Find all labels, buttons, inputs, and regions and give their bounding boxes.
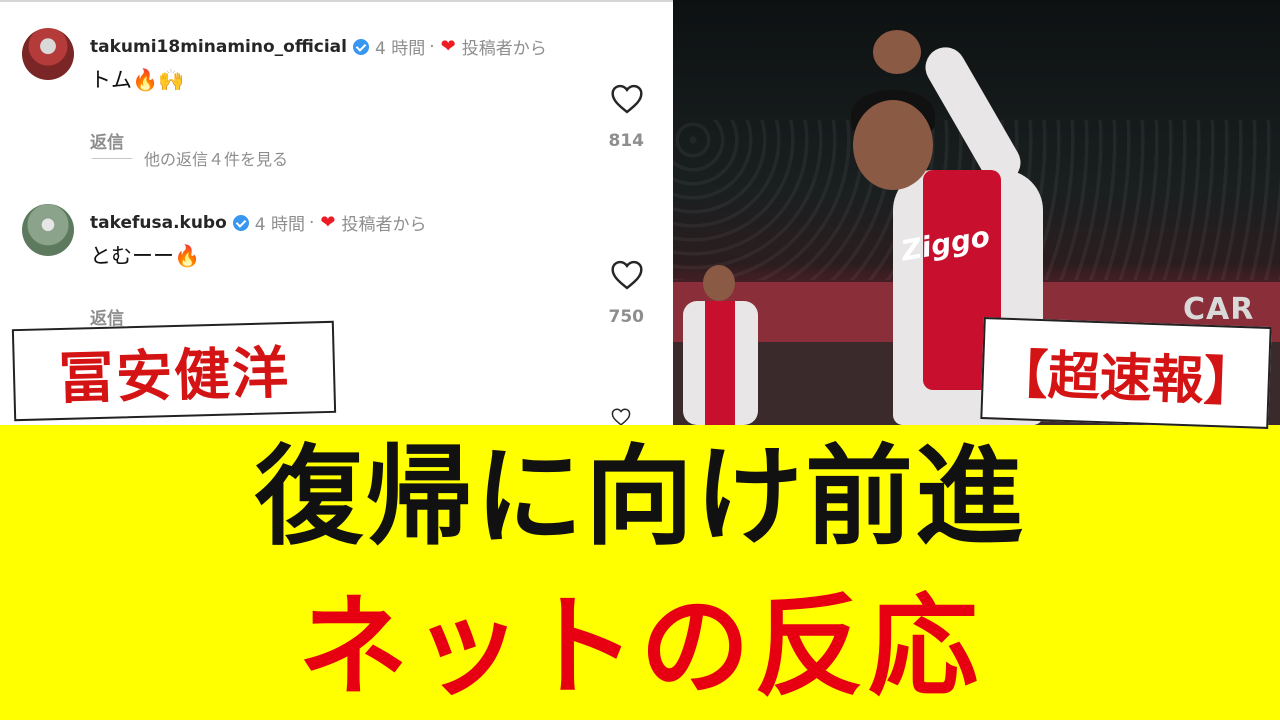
player-name-text: 冨安健洋 bbox=[57, 340, 291, 412]
player-name-tag: 冨安健洋 bbox=[11, 320, 337, 422]
heart-filled-icon: ❤ bbox=[320, 212, 336, 233]
comment-timestamp: 4 時間 bbox=[254, 215, 306, 235]
reply-button[interactable]: 返信 bbox=[90, 304, 124, 329]
comment-item-minamino: takumi18minamino_official 4 時間 · ❤ 投稿者から… bbox=[22, 28, 652, 158]
breaking-news-tag: 【超速報】 bbox=[980, 317, 1272, 429]
liked-by-author-label: 投稿者から bbox=[461, 39, 547, 59]
comment-text: トム🔥🙌 bbox=[90, 68, 185, 92]
comment-timestamp: 4 時間 bbox=[374, 39, 426, 59]
comment-username[interactable]: takefusa.kubo bbox=[90, 213, 227, 233]
comment-text: とむーー🔥 bbox=[90, 244, 201, 268]
separator-dot: · bbox=[309, 212, 315, 233]
view-more-replies-label: 他の返信４件を見る bbox=[144, 150, 289, 169]
avatar[interactable] bbox=[22, 28, 74, 80]
banner-text: CAR bbox=[1183, 292, 1255, 327]
divider-line bbox=[92, 157, 132, 159]
headline-main: 復帰に向け前進 bbox=[254, 435, 1025, 560]
comment-username[interactable]: takumi18minamino_official bbox=[90, 37, 347, 57]
headline-sub: ネットの反応 bbox=[298, 583, 982, 711]
player-head bbox=[853, 100, 933, 190]
liked-by-author-label: 投稿者から bbox=[341, 215, 427, 235]
player-head bbox=[703, 265, 735, 301]
panel-top-border bbox=[0, 0, 673, 2]
view-more-replies-link[interactable]: 他の返信４件を見る bbox=[92, 146, 288, 170]
comment-header: takumi18minamino_official 4 時間 · ❤ 投稿者から bbox=[90, 34, 547, 59]
verified-badge-icon bbox=[232, 214, 249, 231]
separator-dot: · bbox=[429, 36, 435, 57]
like-count: 814 bbox=[608, 131, 645, 151]
thumbnail-canvas: takumi18minamino_official 4 時間 · ❤ 投稿者から… bbox=[0, 0, 1280, 720]
comment-item-kubo: takefusa.kubo 4 時間 · ❤ 投稿者から とむーー🔥 返信 75… bbox=[22, 204, 652, 334]
heart-filled-icon: ❤ bbox=[440, 36, 456, 57]
like-count: 750 bbox=[608, 307, 645, 327]
jersey-stripe bbox=[705, 301, 735, 425]
heart-outline-icon[interactable] bbox=[610, 408, 632, 425]
heart-outline-icon[interactable] bbox=[610, 260, 644, 290]
heart-outline-icon[interactable] bbox=[610, 84, 644, 114]
avatar[interactable] bbox=[22, 204, 74, 256]
comment-header: takefusa.kubo 4 時間 · ❤ 投稿者から bbox=[90, 210, 427, 235]
verified-badge-icon bbox=[352, 38, 369, 55]
background-player bbox=[673, 265, 768, 425]
breaking-news-text: 【超速報】 bbox=[994, 343, 1257, 414]
player-hand bbox=[873, 30, 921, 74]
